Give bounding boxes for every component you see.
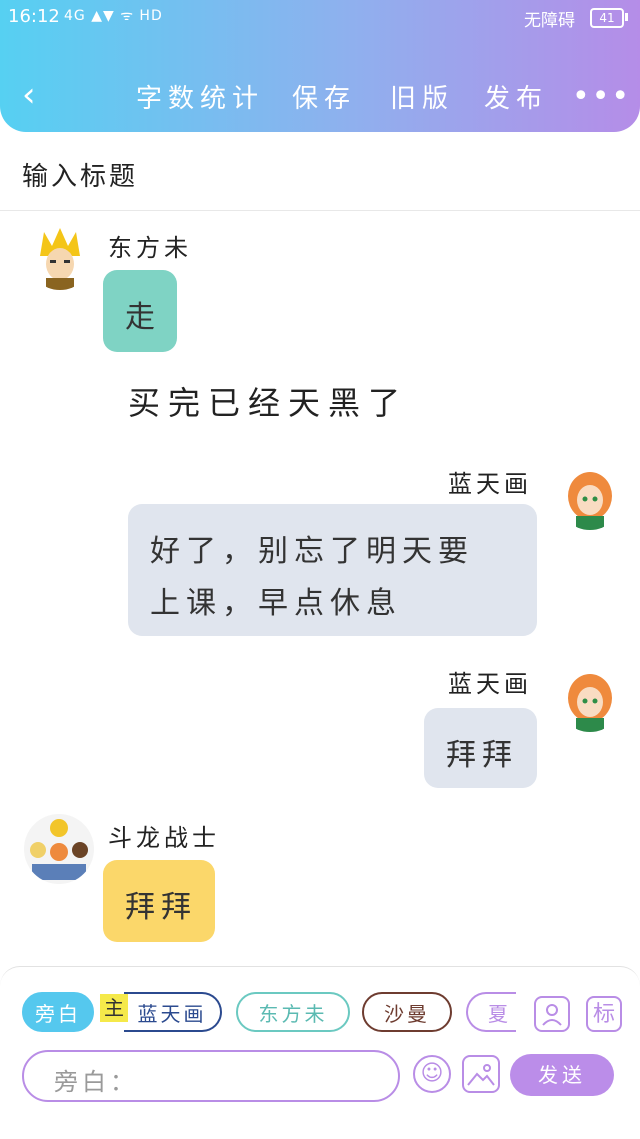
message-bubble[interactable]: 拜拜 xyxy=(103,860,215,942)
avatar-dongfangwei[interactable] xyxy=(28,226,92,290)
send-button[interactable]: 发送 xyxy=(510,1054,614,1096)
message-text: 走 xyxy=(125,300,161,335)
save-button[interactable]: 保存 xyxy=(292,78,356,115)
title-placeholder: 输入标题 xyxy=(22,162,139,192)
message-text: 拜拜 xyxy=(446,738,518,773)
sender-name: 斗龙战士 xyxy=(108,824,220,852)
sender-name: 蓝天画 xyxy=(448,670,532,698)
sender-name: 蓝天画 xyxy=(448,470,532,498)
chip-dongfangwei[interactable]: 东方未 xyxy=(236,992,350,1032)
message-line-1: 好了，别忘了明天要 xyxy=(150,534,474,569)
role-manage-icon[interactable] xyxy=(534,996,570,1032)
message-line-2: 上课，早点休息 xyxy=(150,586,402,621)
message-bubble[interactable]: 拜拜 xyxy=(424,708,537,788)
signal-indicators: 4G ▲▼ ᯤ HD xyxy=(64,8,163,24)
message-input[interactable]: 旁白： xyxy=(22,1050,400,1102)
top-header: 16:12 4G ▲▼ ᯤ HD 无障碍 41 ‹ 字数统计 保存 旧版 发布 … xyxy=(0,0,640,132)
more-dots-icon[interactable]: ••• xyxy=(572,82,631,112)
tag-button[interactable]: 标 xyxy=(586,996,622,1032)
chevron-left-icon[interactable]: ‹ xyxy=(22,78,46,112)
image-icon[interactable] xyxy=(462,1055,500,1093)
avatar-lantianhua[interactable] xyxy=(558,466,622,530)
battery-tip xyxy=(625,13,628,21)
nav-bar: ‹ 字数统计 保存 旧版 发布 ••• xyxy=(0,60,640,132)
status-time: 16:12 xyxy=(8,6,60,27)
avatar-group-doulongzhanshi[interactable] xyxy=(24,814,94,884)
chip-shaman[interactable]: 沙曼 xyxy=(362,992,452,1032)
accessibility-status: 无障碍 xyxy=(524,11,575,31)
message-bubble[interactable]: 好了，别忘了明天要 上课，早点休息 xyxy=(128,504,537,636)
chip-aside[interactable]: 旁白 xyxy=(22,992,94,1032)
narration-text[interactable]: 买完已经天黑了 xyxy=(128,378,408,424)
old-version-button[interactable]: 旧版 xyxy=(390,78,454,115)
input-placeholder: 旁白： xyxy=(54,1068,138,1096)
word-count-button[interactable]: 字数统计 xyxy=(136,78,264,115)
chip-xia[interactable]: 夏 xyxy=(466,992,516,1032)
avatar-lantianhua[interactable] xyxy=(558,668,622,732)
message-bubble[interactable]: 走 xyxy=(103,270,177,352)
battery-icon: 41 xyxy=(590,8,624,28)
emoji-icon[interactable]: ☺ xyxy=(413,1055,451,1093)
sender-name: 东方未 xyxy=(108,234,192,262)
status-bar: 16:12 4G ▲▼ ᯤ HD 无障碍 41 xyxy=(0,0,640,34)
message-text: 拜拜 xyxy=(125,890,197,925)
chip-lantianhua[interactable]: 蓝天画 xyxy=(124,992,222,1032)
title-input[interactable]: 输入标题 xyxy=(0,134,640,211)
publish-button[interactable]: 发布 xyxy=(484,78,548,115)
